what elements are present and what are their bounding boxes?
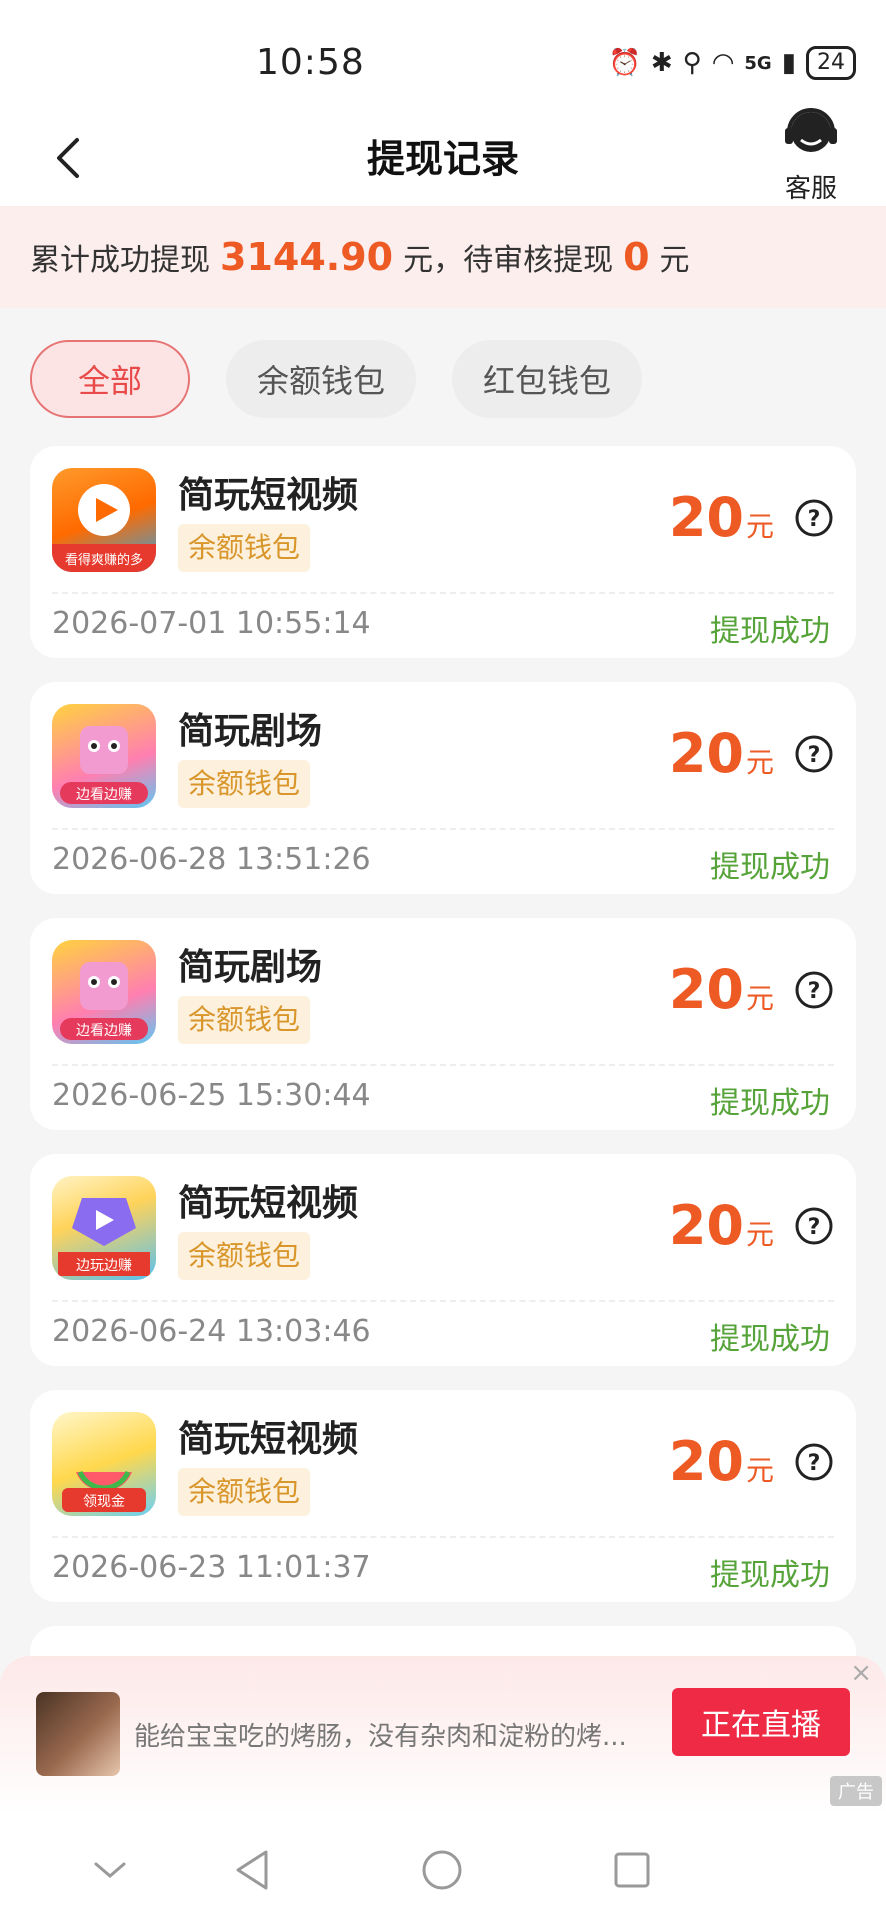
svg-text:?: ?: [808, 1451, 821, 1476]
nav-home-button[interactable]: [414, 1842, 470, 1898]
divider: [52, 1300, 834, 1302]
filter-tabs: 全部 余额钱包 红包钱包: [30, 340, 642, 418]
close-icon[interactable]: ×: [850, 1658, 872, 1688]
tab-all[interactable]: 全部: [30, 340, 190, 418]
record-card[interactable]: 边看边赚 简玩剧场 余额钱包 20元 ? 2026-06-28 13:51:26…: [30, 682, 856, 894]
app-name: 简玩短视频: [178, 475, 359, 516]
svg-text:边看边赚: 边看边赚: [76, 1023, 132, 1039]
status-text: 提现成功: [710, 1086, 830, 1121]
tab-redpacket-wallet[interactable]: 红包钱包: [452, 340, 642, 418]
circle-home-icon: [422, 1850, 462, 1890]
ad-text: 能给宝宝吃的烤肠，没有杂肉和淀粉的烤...: [134, 1722, 627, 1752]
amount: 20元: [668, 1430, 774, 1493]
timestamp: 2026-06-25 15:30:44: [52, 1078, 371, 1113]
wallet-tag: 余额钱包: [178, 1468, 311, 1516]
summary-pending: 0: [623, 235, 650, 279]
svg-text:边玩边赚: 边玩边赚: [76, 1258, 132, 1274]
amount: 20元: [668, 486, 774, 549]
divider: [52, 1064, 834, 1066]
app-icon: 领现金: [52, 1412, 156, 1516]
app-icon: 边看边赚: [52, 940, 156, 1044]
signal-icon: ▮: [781, 48, 796, 78]
question-circle-icon[interactable]: ?: [794, 1442, 834, 1482]
summary-mid: 元，待审核提现: [403, 243, 614, 278]
app-icon: 边玩边赚: [52, 1176, 156, 1280]
ad-thumbnail: [36, 1692, 120, 1776]
summary-prefix: 累计成功提现: [30, 243, 210, 278]
status-bar: 10:58 ⏰ ✱ ⚲ ◠ 5G ▮ 24: [0, 0, 886, 110]
record-card[interactable]: 看得爽赚的多 简玩短视频 余额钱包 20元 ? 2026-07-01 10:55…: [30, 446, 856, 658]
amount: 20元: [668, 1194, 774, 1257]
svg-text:?: ?: [808, 1215, 821, 1240]
divider: [52, 1536, 834, 1538]
battery-icon: 24: [806, 46, 856, 80]
ad-tag: 广告: [830, 1776, 882, 1806]
status-icons: ⏰ ✱ ⚲ ◠ 5G ▮ 24: [608, 46, 856, 80]
status-text: 提现成功: [710, 1322, 830, 1357]
record-card[interactable]: 领现金 简玩短视频 余额钱包 20元 ? 2026-06-23 11:01:37…: [30, 1390, 856, 1602]
question-circle-icon[interactable]: ?: [794, 734, 834, 774]
bluetooth-icon: ✱: [650, 48, 673, 78]
status-text: 提现成功: [710, 1558, 830, 1593]
timestamp: 2026-06-24 13:03:46: [52, 1314, 371, 1349]
app-icon: 看得爽赚的多: [52, 468, 156, 572]
question-circle-icon[interactable]: ?: [794, 1206, 834, 1246]
nav-down-button[interactable]: [82, 1842, 138, 1898]
summary-suffix: 元: [659, 243, 690, 278]
record-card[interactable]: 边玩边赚 简玩短视频 余额钱包 20元 ? 2026-06-24 13:03:4…: [30, 1154, 856, 1366]
question-circle-icon[interactable]: ?: [794, 498, 834, 538]
wifi-icon: ◠: [711, 48, 735, 78]
svg-text:看得爽赚的多: 看得爽赚的多: [65, 552, 143, 568]
wallet-tag: 余额钱包: [178, 760, 311, 808]
wallet-tag: 余额钱包: [178, 524, 311, 572]
status-time: 10:58: [256, 42, 365, 83]
triangle-back-icon: [236, 1850, 268, 1890]
amount: 20元: [668, 958, 774, 1021]
page-title: 提现记录: [366, 137, 519, 181]
customer-service-button[interactable]: 客服: [776, 106, 846, 205]
wallet-tag: 余额钱包: [178, 1232, 311, 1280]
app-icon: 边看边赚: [52, 704, 156, 808]
header: 提现记录 客服: [0, 108, 886, 206]
svg-text:领现金: 领现金: [83, 1494, 125, 1510]
location-icon: ⚲: [682, 48, 702, 78]
question-circle-icon[interactable]: ?: [794, 970, 834, 1010]
svg-text:?: ?: [808, 743, 821, 768]
divider: [52, 828, 834, 830]
app-name: 简玩短视频: [178, 1419, 359, 1460]
tab-balance-wallet[interactable]: 余额钱包: [226, 340, 416, 418]
chevron-down-icon: [94, 1862, 126, 1878]
svg-text:?: ?: [808, 507, 821, 532]
headset-icon: [785, 108, 837, 152]
timestamp: 2026-06-23 11:01:37: [52, 1550, 371, 1585]
nav-back-button[interactable]: [224, 1842, 280, 1898]
record-card[interactable]: 边看边赚 简玩剧场 余额钱包 20元 ? 2026-06-25 15:30:44…: [30, 918, 856, 1130]
network-label: 5G: [744, 52, 772, 74]
app-name: 简玩短视频: [178, 1183, 359, 1224]
alarm-icon: ⏰: [608, 48, 641, 78]
svg-text:边看边赚: 边看边赚: [76, 787, 132, 803]
ad-banner[interactable]: 能给宝宝吃的烤肠，没有杂肉和淀粉的烤... 正在直播 × 广告: [0, 1656, 886, 1816]
app-name: 简玩剧场: [178, 711, 323, 752]
system-nav-bar: [0, 1816, 886, 1920]
service-label: 客服: [784, 174, 837, 204]
withdrawal-summary: 累计成功提现 3144.90 元，待审核提现 0 元: [0, 206, 886, 308]
wallet-tag: 余额钱包: [178, 996, 311, 1044]
live-button[interactable]: 正在直播: [672, 1688, 850, 1756]
summary-total: 3144.90: [220, 235, 394, 279]
app-name: 简玩剧场: [178, 947, 323, 988]
nav-recents-button[interactable]: [604, 1842, 660, 1898]
square-recents-icon: [614, 1852, 650, 1888]
timestamp: 2026-07-01 10:55:14: [52, 606, 371, 641]
status-text: 提现成功: [710, 850, 830, 885]
amount: 20元: [668, 722, 774, 785]
status-text: 提现成功: [710, 614, 830, 649]
divider: [52, 592, 834, 594]
timestamp: 2026-06-28 13:51:26: [52, 842, 371, 877]
svg-text:?: ?: [808, 979, 821, 1004]
